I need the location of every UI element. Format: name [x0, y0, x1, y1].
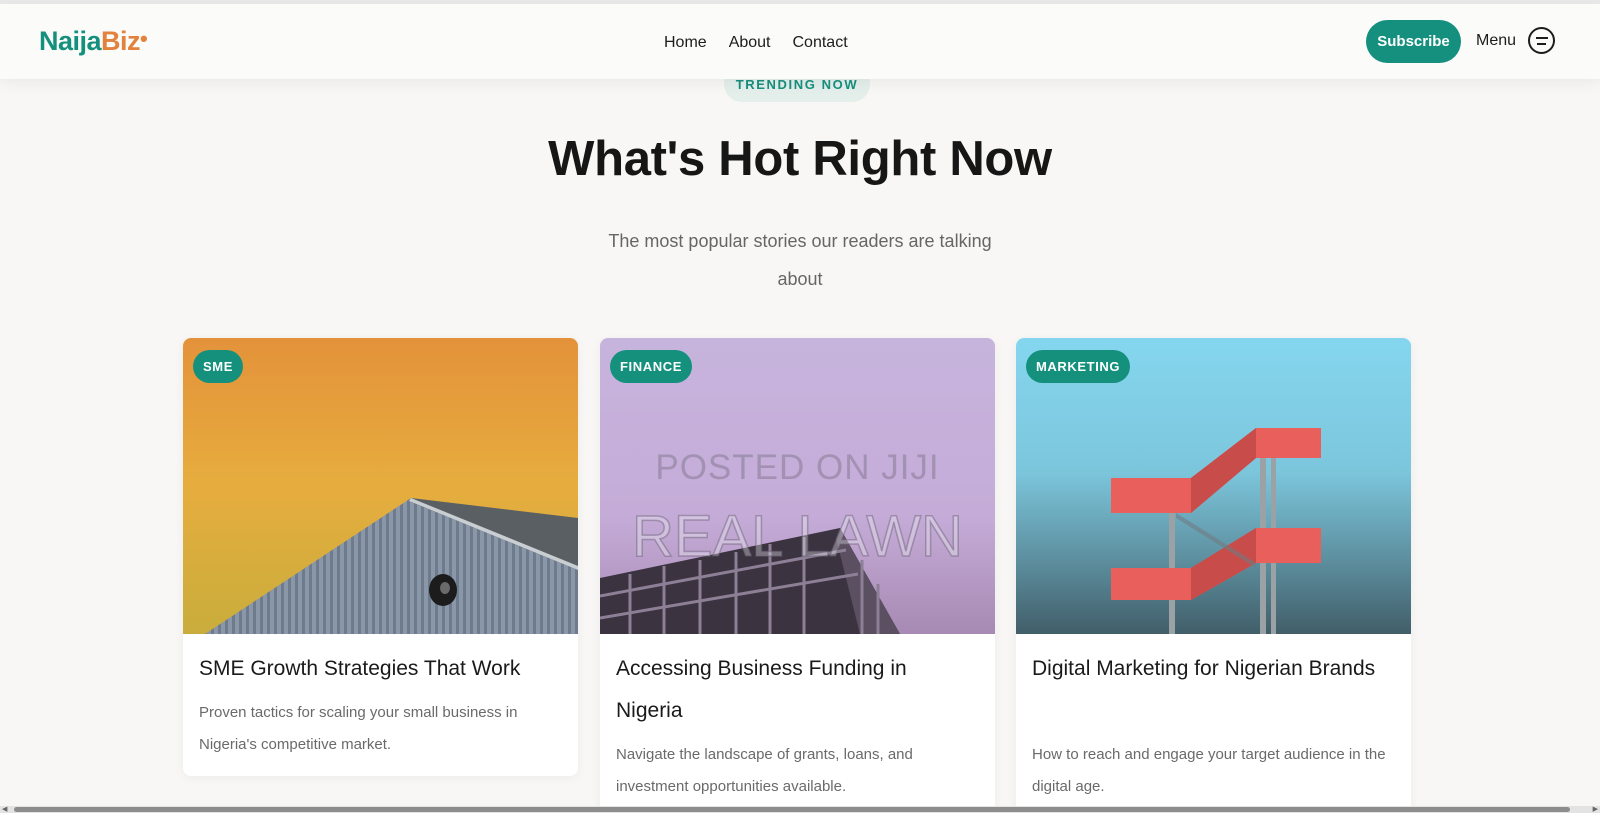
article-excerpt: Proven tactics for scaling your small bu… [199, 704, 518, 753]
site-header: NaijaBiz• Home About Contact Subscribe M… [0, 4, 1600, 79]
logo-text-biz: Biz [101, 26, 141, 56]
nav-link-contact[interactable]: Contact [793, 34, 848, 52]
article-title[interactable]: Accessing Business Funding in Nigeria [616, 648, 976, 732]
image-watermark-line-1: POSTED ON JIJI [655, 448, 940, 487]
article-title[interactable]: Digital Marketing for Nigerian Brands [1032, 648, 1392, 690]
menu-icon [1528, 27, 1556, 54]
section-subtitle: The most popular stories our readers are… [608, 231, 992, 289]
article-card-marketing[interactable]: MARKETING Digital Marketing for Nigerian… [1016, 338, 1411, 813]
main-nav: Home About Contact [664, 34, 848, 52]
article-card-sme[interactable]: SME SME Growth Strategies That Work Prov… [183, 338, 578, 776]
nav-link-about[interactable]: About [729, 34, 771, 52]
menu-label: Menu [1476, 31, 1517, 49]
logo-text-naija: Naija [39, 26, 102, 56]
horizontal-scrollbar[interactable]: ◀ ▶ [0, 806, 1600, 813]
article-title[interactable]: SME Growth Strategies That Work [199, 648, 559, 690]
article-card-finance[interactable]: POSTED ON JIJI REAL LAWN FINANCE Accessi… [600, 338, 995, 813]
scrollbar-thumb[interactable] [14, 807, 1570, 812]
category-badge-sme[interactable]: SME [193, 350, 243, 383]
article-excerpt: Navigate the landscape of grants, loans,… [616, 746, 913, 795]
scroll-right-arrow-icon[interactable]: ▶ [1593, 806, 1598, 813]
category-badge-finance[interactable]: FINANCE [610, 350, 692, 383]
scroll-left-arrow-icon[interactable]: ◀ [2, 806, 7, 813]
logo-dot: • [140, 26, 148, 51]
article-image-sme: SME [183, 338, 578, 634]
article-image-marketing: MARKETING [1016, 338, 1411, 634]
article-excerpt: How to reach and engage your target audi… [1032, 746, 1386, 795]
nav-link-home[interactable]: Home [664, 34, 707, 52]
site-logo[interactable]: NaijaBiz• [39, 26, 148, 57]
category-badge-marketing[interactable]: MARKETING [1026, 350, 1131, 383]
section-title: What's Hot Right Now [548, 132, 1052, 186]
article-image-finance: POSTED ON JIJI REAL LAWN FINANCE [600, 338, 995, 634]
menu-button[interactable]: Menu [1476, 27, 1556, 54]
subscribe-button[interactable]: Subscribe [1366, 20, 1461, 63]
image-watermark-line-2: REAL LAWN [631, 503, 963, 570]
